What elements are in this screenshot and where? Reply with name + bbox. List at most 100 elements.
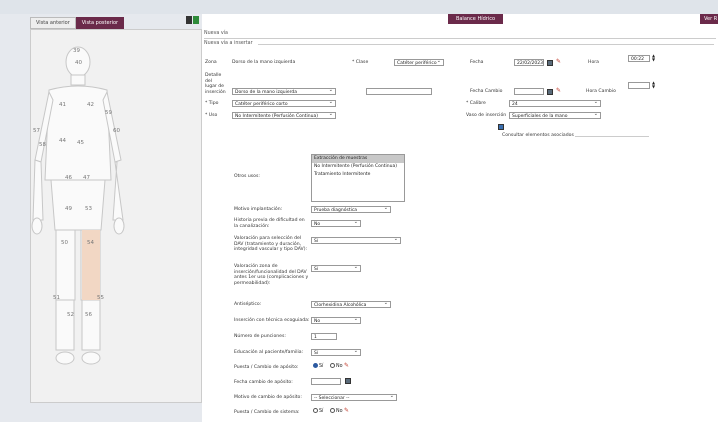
balance-hidrico-button[interactable]: Balance Hídrico — [448, 14, 503, 24]
calibre-select[interactable]: 24 — [509, 100, 601, 107]
tipo-label: * Tipo — [205, 101, 219, 106]
fecha-cambio-input[interactable] — [514, 88, 544, 95]
uso-select[interactable]: No Intermitente (Perfusión Continua) — [232, 112, 336, 119]
tab-vista-posterior[interactable]: Vista posterior — [75, 17, 125, 29]
zone-number: 53 — [85, 206, 92, 212]
zone-number: 56 — [85, 312, 92, 318]
zone-number: 45 — [77, 140, 84, 146]
detalle-select[interactable]: Dorso de la mano izquierda — [232, 88, 336, 95]
puesta-label: Puesta / Cambio de apósito: — [234, 365, 299, 370]
calendar-icon[interactable] — [345, 378, 351, 384]
valoracion-select[interactable]: Sí — [311, 237, 401, 244]
otros-usos-label: Otros usos: — [234, 174, 260, 179]
hora-stepper[interactable]: ▲ ▼ — [652, 54, 656, 62]
tab-vista-anterior[interactable]: Vista anterior — [30, 17, 76, 29]
body-map-panel: 39 40 41 42 44 45 46 47 49 53 50 54 51 5… — [30, 29, 202, 403]
vaso-select[interactable]: Superficiales de la mano — [509, 112, 601, 119]
fecha-label: Fecha — [470, 60, 484, 65]
fecha-cambio-aposito-input[interactable] — [311, 378, 341, 385]
breadcrumb: Nueva vía — [204, 31, 228, 36]
section-title: Nueva vía a insertar — [204, 41, 253, 46]
motivo-cambio-label: Motivo de cambio de apósito: — [234, 395, 302, 400]
link-icon[interactable] — [498, 124, 504, 130]
hora-cambio-label: Hora Cambio — [586, 89, 616, 94]
hora-cambio-stepper[interactable]: ▲ ▼ — [652, 81, 656, 89]
zona-value: Dorso de la mano izquierda — [232, 60, 296, 65]
zone-number: 60 — [113, 128, 120, 134]
clase-select[interactable]: Catéter periférico — [394, 59, 444, 66]
zone-number: 41 — [59, 102, 66, 108]
punciones-label: Número de punciones: — [234, 334, 286, 339]
zone-number: 46 — [65, 175, 72, 181]
insercion-label: Inserción con técnica ecoguiada: — [234, 318, 310, 323]
detalle-text-input[interactable] — [366, 88, 432, 95]
zone-number: 44 — [59, 138, 66, 144]
print-icon[interactable] — [186, 16, 192, 24]
historia-select[interactable]: No — [311, 220, 361, 227]
export-icon[interactable] — [193, 16, 199, 24]
fecha-input[interactable]: 22/02/2023 — [514, 59, 544, 66]
zone-number: 58 — [39, 142, 46, 148]
radio-label: No — [336, 364, 343, 369]
uso-label: * Uso — [205, 113, 218, 118]
calendar-icon[interactable] — [547, 60, 553, 66]
sistema-radio-no[interactable]: No — [330, 408, 343, 415]
top-bar — [0, 0, 718, 14]
puesta-radio-si[interactable]: Sí — [313, 363, 323, 370]
zone-number: 59 — [105, 110, 112, 116]
eraser-icon[interactable]: ✎ — [556, 88, 563, 94]
valoracion-label: Valoración para selección del DAV (trata… — [234, 236, 308, 252]
zone-number: 54 — [87, 240, 94, 246]
motivo-label: Motivo implantación: — [234, 207, 283, 212]
zone-number: 39 — [73, 48, 80, 54]
ver-button[interactable]: Ver R — [700, 14, 718, 24]
list-item[interactable]: Extracción de muestras — [312, 155, 404, 163]
fecha-cambio-label: Fecha Cambio — [470, 89, 503, 94]
zone-number: 57 — [33, 128, 40, 134]
calibre-label: * Calibre — [466, 101, 486, 106]
fecha-cambio-aposito-label: Fecha cambio de apósito: — [234, 380, 293, 385]
list-item[interactable]: No Intermitente (Perfusión Continua) — [312, 163, 404, 171]
zone-number: 40 — [75, 60, 82, 66]
puesta-radio-no[interactable]: No — [330, 363, 343, 370]
zone-number: 47 — [83, 175, 90, 181]
tipo-select[interactable]: Catéter periférico corto — [232, 100, 336, 107]
zone-number: 52 — [67, 312, 74, 318]
detalle-label: Detalle del lugar de inserción — [205, 73, 226, 95]
motivo-select[interactable]: Prueba diagnóstica — [311, 206, 391, 213]
zone-number: 49 — [65, 206, 72, 212]
valoracion-zona-label: Valoración zona de inserción/funcionalid… — [234, 264, 309, 286]
consultar-link[interactable]: Consultar elementos asociados — [502, 133, 574, 139]
radio-label: No — [336, 409, 343, 414]
insercion-select[interactable]: No — [311, 317, 361, 324]
antiseptico-select[interactable]: Clorhexidina Alcohólica — [311, 301, 391, 308]
list-item[interactable]: Tratamiento Intermitente — [312, 171, 404, 179]
eraser-icon[interactable]: ✎ — [556, 59, 563, 65]
antiseptico-label: Antiséptico: — [234, 302, 262, 307]
historia-label: Historia previa de dificultad en la cana… — [234, 218, 305, 229]
toolbar-icons — [186, 16, 199, 24]
hora-input[interactable]: 00:22 — [628, 55, 650, 62]
clase-label: * Clase — [352, 60, 369, 65]
zone-number: 55 — [97, 295, 104, 301]
zone-number: 51 — [53, 295, 60, 301]
body-map — [31, 46, 125, 365]
motivo-cambio-select[interactable]: -- Seleccionar -- — [311, 394, 397, 401]
vaso-label: Vaso de inserción — [466, 113, 507, 118]
radio-label: Sí — [319, 409, 324, 414]
calendar-icon[interactable] — [547, 89, 553, 95]
radio-label: Sí — [319, 364, 324, 369]
hora-cambio-input[interactable] — [628, 82, 650, 89]
eraser-icon[interactable]: ✎ — [344, 363, 351, 369]
otros-usos-listbox[interactable]: Extracción de muestras No Intermitente (… — [311, 154, 405, 202]
view-tabs: Vista anterior Vista posterior — [30, 17, 125, 29]
zone-number: 42 — [87, 102, 94, 108]
eraser-icon[interactable]: ✎ — [344, 408, 351, 414]
educacion-select[interactable]: Sí — [311, 349, 361, 356]
valoracion-zona-select[interactable]: Sí — [311, 265, 361, 272]
educacion-label: Educación al paciente/familia: — [234, 350, 304, 355]
zona-label: Zona — [205, 60, 217, 65]
sistema-radio-si[interactable]: Sí — [313, 408, 323, 415]
punciones-input[interactable]: 1 — [311, 333, 337, 340]
hora-label: Hora — [588, 60, 599, 65]
